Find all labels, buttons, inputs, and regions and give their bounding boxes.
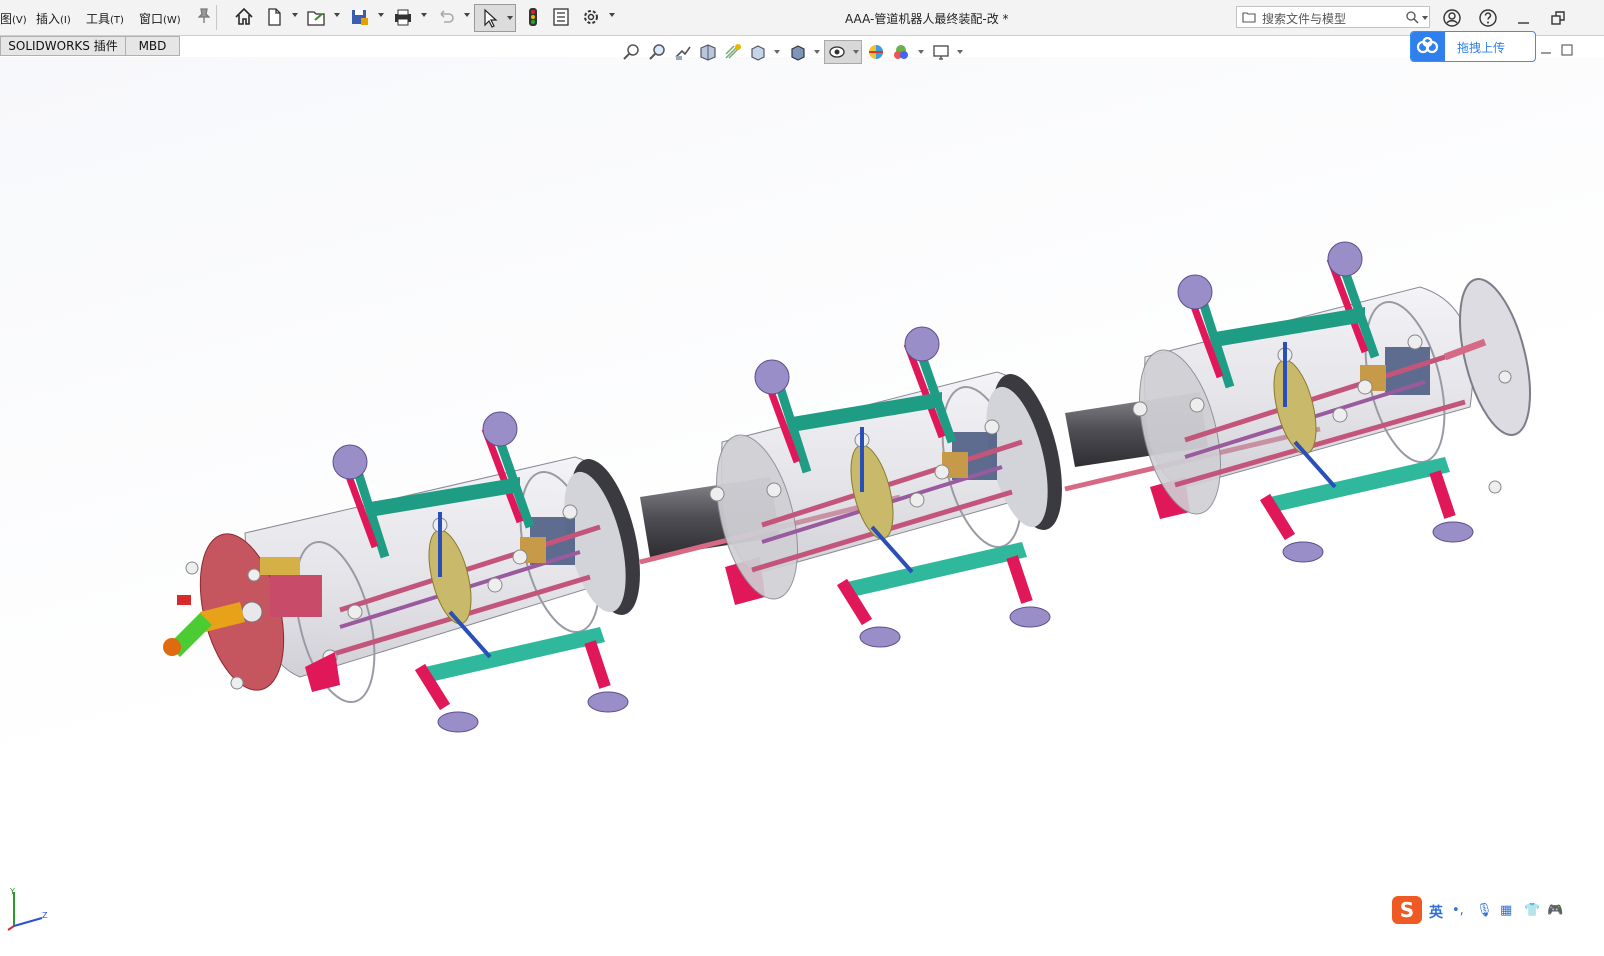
robot-module-1 [244, 411, 640, 733]
search-dropdown[interactable] [1422, 16, 1428, 20]
view-orientation-dropdown[interactable] [774, 50, 780, 54]
search-icon[interactable] [1405, 10, 1419, 24]
edit-appearance-icon[interactable] [866, 42, 886, 62]
menu-tools[interactable]: 工具(T) [86, 10, 124, 27]
punctuation-icon[interactable]: •, [1452, 904, 1466, 918]
menu-insert-label: 插入 [36, 12, 61, 26]
menu-window-label: 窗口 [139, 12, 164, 26]
display-style-icon[interactable] [788, 42, 808, 62]
pipe-robot-model[interactable] [0, 57, 1604, 956]
select-dropdown[interactable] [507, 16, 513, 20]
svg-text:Z: Z [42, 911, 48, 920]
user-icon[interactable] [1442, 8, 1462, 28]
shirt-icon[interactable]: 👕 [1524, 904, 1540, 918]
search-placeholder: 搜索文件与模型 [1262, 12, 1347, 26]
select-icon [479, 7, 501, 29]
select-button[interactable] [474, 4, 516, 32]
menu-view[interactable]: 图(V) [0, 10, 27, 27]
view-settings-icon[interactable] [931, 42, 951, 62]
upload-label: 拖拽上传 [1457, 41, 1506, 55]
apply-scene-dropdown[interactable] [918, 50, 924, 54]
toolbar-separator [216, 5, 217, 30]
zoom-area-icon[interactable] [647, 42, 667, 62]
new-doc-icon[interactable] [263, 6, 285, 28]
apply-scene-icon[interactable] [891, 42, 911, 62]
menu-insert[interactable]: 插入(I) [36, 10, 71, 27]
restore-icon[interactable] [1548, 8, 1568, 28]
menu-window-key: (W) [163, 15, 181, 26]
home-icon[interactable] [233, 6, 255, 28]
menu-tools-label: 工具 [86, 12, 111, 26]
triad-icon: Y Z [7, 887, 48, 931]
microphone-icon[interactable]: 🎙 [1476, 904, 1493, 918]
panel-restore-icon[interactable] [1561, 44, 1573, 56]
view-settings-dropdown[interactable] [957, 50, 963, 54]
rebuild-icon[interactable] [522, 6, 544, 28]
print-dropdown[interactable] [421, 13, 427, 17]
tab-solidworks-addins[interactable]: SOLIDWORKS 插件 [0, 36, 126, 56]
sogou-logo[interactable]: S [1392, 896, 1422, 924]
robot-module-3 [1132, 241, 1531, 563]
help-icon[interactable] [1478, 8, 1498, 28]
ime-toolbar[interactable]: S 英 •, 🎙 ▦ 👕 🎮 [1392, 896, 1568, 926]
previous-view-icon[interactable] [673, 42, 693, 62]
new-doc-dropdown[interactable] [292, 13, 298, 17]
undo-dropdown[interactable] [464, 13, 470, 17]
robot-module-2 [709, 326, 1062, 648]
hide-show-icon[interactable] [827, 42, 847, 62]
zoom-to-fit-icon[interactable] [621, 42, 641, 62]
svg-text:Y: Y [9, 887, 15, 896]
display-style-dropdown[interactable] [814, 50, 820, 54]
panel-minimize-icon[interactable] [1540, 44, 1552, 56]
undo-icon[interactable] [435, 6, 457, 28]
view-orientation-icon[interactable] [748, 42, 768, 62]
hide-show-dropdown[interactable] [853, 50, 859, 54]
menu-view-key: (V) [12, 15, 27, 26]
gamepad-icon[interactable]: 🎮 [1547, 904, 1563, 918]
menu-view-label: 图 [0, 12, 13, 26]
save-icon[interactable] [348, 6, 370, 28]
search-input[interactable]: 搜索文件与模型 [1236, 6, 1430, 28]
file-properties-icon[interactable] [550, 6, 572, 28]
cloud-icon [1411, 32, 1445, 61]
ime-language-toggle[interactable]: 英 [1429, 902, 1443, 922]
menu-insert-key: (I) [60, 15, 71, 26]
upload-widget[interactable]: 拖拽上传 [1410, 31, 1536, 62]
menu-window[interactable]: 窗口(W) [139, 10, 181, 27]
minimize-icon[interactable] [1514, 8, 1534, 28]
open-icon[interactable] [305, 6, 327, 28]
menu-tools-key: (T) [110, 15, 124, 26]
section-view-icon[interactable] [698, 42, 718, 62]
dynamic-annotation-icon[interactable] [723, 42, 743, 62]
folder-icon [1242, 12, 1256, 23]
print-icon[interactable] [392, 6, 414, 28]
open-dropdown[interactable] [334, 13, 340, 17]
keyboard-icon[interactable]: ▦ [1500, 904, 1514, 918]
title-bar: 图(V) 插入(I) 工具(T) 窗口(W) AAA-管道机器人最终装配-改 *… [0, 0, 1604, 36]
options-icon[interactable] [580, 6, 602, 28]
pin-icon[interactable] [198, 8, 210, 24]
document-title: AAA-管道机器人最终装配-改 * [845, 12, 1009, 26]
save-dropdown[interactable] [378, 13, 384, 17]
tab-mbd[interactable]: MBD [125, 36, 180, 56]
options-dropdown[interactable] [609, 13, 615, 17]
